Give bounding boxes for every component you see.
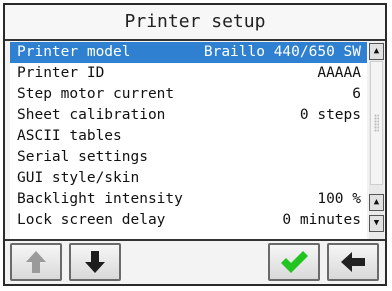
item-value: Braillo 440/650 SW	[203, 44, 361, 60]
button-bar	[5, 241, 385, 284]
settings-list[interactable]: Printer model Braillo 440/650 SW Printer…	[10, 42, 367, 239]
printer-setup-window: Printer setup Printer model Braillo 440/…	[3, 3, 387, 286]
item-label: Sheet calibration	[17, 107, 166, 123]
move-up-button[interactable]	[10, 243, 62, 281]
triangle-up-icon: ▲	[373, 197, 380, 207]
scroll-up-button[interactable]: ▲	[369, 43, 384, 60]
item-label: ASCII tables	[17, 128, 122, 144]
item-label: Printer ID	[17, 65, 105, 81]
scrollbar[interactable]: ▲ ▲ ▼	[369, 42, 384, 239]
item-value: AAAAA	[317, 65, 361, 81]
item-value: 0 steps	[299, 107, 361, 123]
grip-icon	[374, 114, 379, 132]
item-value: 100 %	[317, 191, 361, 207]
move-down-button[interactable]	[69, 243, 121, 281]
list-item-lock-screen-delay[interactable]: Lock screen delay 0 minutes	[10, 210, 367, 231]
item-label: Lock screen delay	[17, 212, 166, 228]
list-item-printer-id[interactable]: Printer ID AAAAA	[10, 63, 367, 84]
list-item-step-motor-current[interactable]: Step motor current 6	[10, 84, 367, 105]
item-label: Serial settings	[17, 149, 148, 165]
item-label: Backlight intensity	[17, 191, 183, 207]
arrow-up-icon	[26, 251, 46, 273]
list-item-serial-settings[interactable]: Serial settings	[10, 147, 367, 168]
item-value: 6	[352, 86, 361, 102]
scrollbar-thumb[interactable]	[370, 61, 383, 185]
item-label: GUI style/skin	[17, 170, 140, 186]
triangle-up-icon: ▲	[373, 46, 380, 56]
list-item-sheet-calibration[interactable]: Sheet calibration 0 steps	[10, 105, 367, 126]
triangle-down-icon: ▼	[373, 218, 380, 228]
list-item-printer-model[interactable]: Printer model Braillo 440/650 SW	[10, 42, 367, 63]
item-value: 0 minutes	[282, 212, 361, 228]
confirm-button[interactable]	[268, 243, 320, 281]
list-item-backlight-intensity[interactable]: Backlight intensity 100 %	[10, 189, 367, 210]
checkmark-icon	[281, 251, 308, 273]
list-item-gui-style[interactable]: GUI style/skin	[10, 168, 367, 189]
back-button[interactable]	[327, 243, 379, 281]
arrow-left-icon	[341, 252, 365, 272]
scroll-down-button[interactable]: ▼	[369, 215, 384, 232]
page-title: Printer setup	[5, 5, 385, 41]
item-label: Printer model	[17, 44, 131, 60]
list-item-ascii-tables[interactable]: ASCII tables	[10, 126, 367, 147]
item-label: Step motor current	[17, 86, 175, 102]
scroll-up-lower-button[interactable]: ▲	[369, 194, 384, 211]
arrow-down-icon	[85, 251, 105, 273]
